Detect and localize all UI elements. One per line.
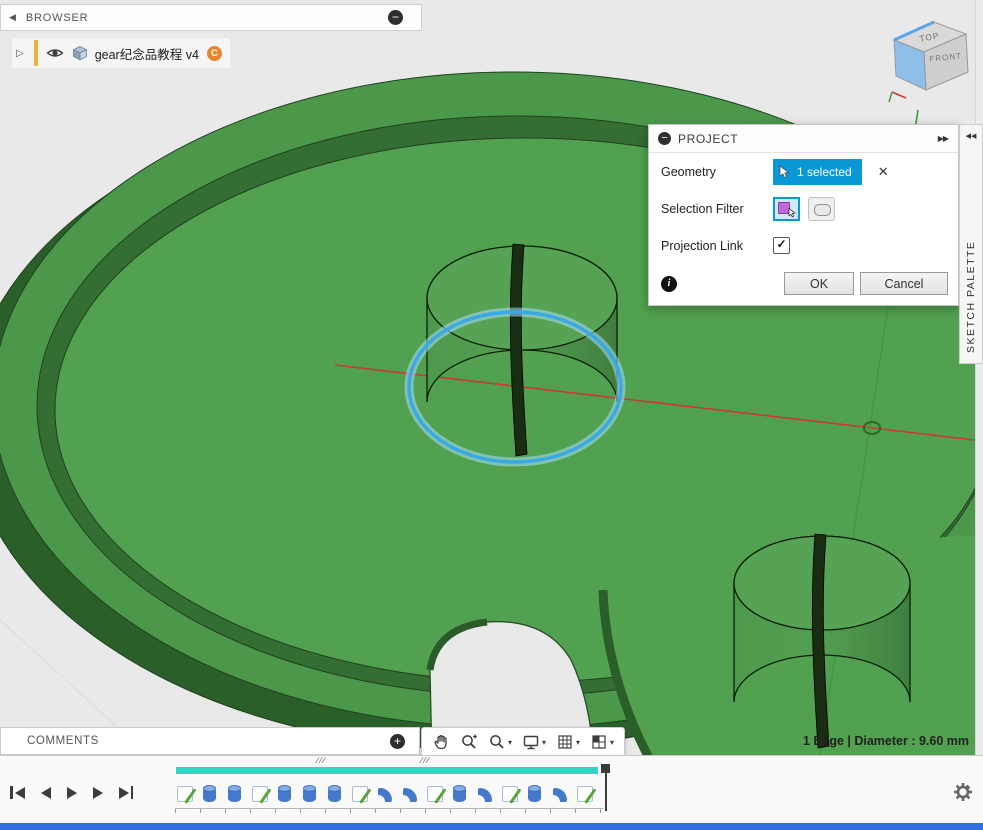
view-cube[interactable]: TOP FRONT (888, 12, 972, 104)
timeline-group-marker: /// (314, 756, 327, 765)
sketch-palette-tab: ◀◀ SKETCH PALETTE (959, 124, 983, 364)
geometry-selected-button[interactable]: 1 selected (773, 159, 862, 185)
timeline-feature-extrude[interactable] (526, 777, 545, 805)
info-icon[interactable]: i (661, 276, 677, 292)
fit-button[interactable]: ▾ (484, 731, 516, 753)
caret-down-icon: ▾ (576, 738, 580, 747)
visibility-eye-icon[interactable] (46, 47, 64, 59)
viewports-icon (590, 733, 608, 751)
grid-snap-button[interactable]: ▾ (552, 731, 584, 753)
step-forward-button[interactable] (91, 784, 105, 801)
projection-link-row: Projection Link ✓ (649, 227, 958, 264)
timeline-feature-sketch[interactable] (501, 777, 520, 805)
display-monitor-icon (522, 733, 540, 751)
zoom-button[interactable] (456, 731, 482, 753)
display-settings-button[interactable]: ▾ (518, 731, 550, 753)
cancel-button[interactable]: Cancel (860, 272, 948, 295)
timeline-feature-extrude[interactable] (201, 777, 220, 805)
selection-filter-row: Selection Filter (649, 190, 958, 227)
timeline-features (176, 775, 601, 805)
browser-collapse-icon[interactable]: ◀ (9, 12, 16, 23)
timeline-feature-sketch[interactable] (576, 777, 595, 805)
timeline-feature-fillet[interactable] (476, 777, 495, 805)
document-name[interactable]: gear纪念品教程 v4 (95, 44, 199, 63)
geometry-row: Geometry 1 selected ✕ (649, 153, 958, 190)
dialog-footer: i OK Cancel (649, 264, 958, 305)
pan-hand-icon (432, 733, 450, 751)
expand-arrow-icon[interactable]: ▷ (16, 48, 24, 59)
selection-filter-label: Selection Filter (661, 202, 773, 216)
body-filter-icon (814, 204, 831, 216)
timeline-bar: /// /// (0, 755, 983, 825)
timeline-feature-extrude[interactable] (326, 777, 345, 805)
sketch-palette-expand-icon[interactable]: ◀◀ (966, 125, 977, 144)
timeline-feature-extrude[interactable] (451, 777, 470, 805)
browser-tree-item[interactable]: ▷ gear纪念品教程 v4 C (12, 38, 230, 68)
zoom-icon (460, 733, 478, 751)
filter-bodies-button[interactable] (808, 197, 835, 221)
projection-link-label: Projection Link (661, 239, 773, 253)
timeline-group-marker: /// (418, 756, 431, 765)
gear-icon (953, 782, 973, 802)
project-dialog: − PROJECT ▶▶ Geometry 1 selected ✕ Selec… (648, 124, 959, 306)
dialog-expand-icon[interactable]: ▶▶ (938, 134, 948, 143)
sketch-palette-title[interactable]: SKETCH PALETTE (965, 150, 977, 353)
timeline-feature-extrude[interactable] (276, 777, 295, 805)
browser-title: BROWSER (26, 12, 388, 24)
clear-selection-icon[interactable]: ✕ (878, 164, 889, 180)
document-status-badge: C (207, 46, 222, 61)
timeline-settings-button[interactable] (953, 782, 973, 805)
viewcube-x-axis (892, 92, 906, 98)
caret-down-icon: ▾ (508, 738, 512, 747)
timeline-ticks (175, 808, 603, 813)
viewports-button[interactable]: ▾ (586, 731, 618, 753)
play-button[interactable] (65, 784, 79, 801)
timeline-highlight-track[interactable] (176, 767, 598, 774)
timeline-feature-sketch[interactable] (351, 777, 370, 805)
timeline-feature-fillet[interactable] (551, 777, 570, 805)
ok-button[interactable]: OK (784, 272, 854, 295)
geometry-label: Geometry (661, 165, 773, 179)
component-icon (72, 45, 88, 61)
fit-magnifier-icon (488, 733, 506, 751)
browser-panel-header: ◀ BROWSER − (0, 4, 422, 31)
viewcube-y-axis (889, 92, 892, 102)
active-document-bar (34, 40, 38, 66)
timeline-feature-fillet[interactable] (401, 777, 420, 805)
dialog-title: PROJECT (678, 132, 938, 146)
window-edge-accent (0, 823, 983, 830)
caret-down-icon: ▾ (610, 738, 614, 747)
grid-icon (556, 733, 574, 751)
timeline-feature-sketch[interactable] (251, 777, 270, 805)
cursor-arrow-icon (788, 208, 797, 218)
timeline-feature-sketch[interactable] (426, 777, 445, 805)
caret-down-icon: ▾ (542, 738, 546, 747)
timeline-playback-controls (8, 784, 135, 801)
timeline-feature-extrude[interactable] (301, 777, 320, 805)
timeline-feature-sketch[interactable] (176, 777, 195, 805)
comments-title: COMMENTS (27, 735, 390, 747)
comments-bar: COMMENTS + (0, 727, 420, 755)
selection-status-text: 1 Edge | Diameter : 9.60 mm (803, 734, 969, 748)
filter-specified-entities-button[interactable] (773, 197, 800, 221)
timeline-position-marker[interactable] (601, 764, 610, 811)
fusion-window: TOP FRONT ◀ BROWSER − ▷ gear纪念品教程 v4 C (0, 0, 983, 830)
projection-link-checkbox[interactable]: ✓ (773, 237, 790, 254)
step-back-button[interactable] (39, 784, 53, 801)
pan-button[interactable] (428, 731, 454, 753)
go-to-start-button[interactable] (8, 784, 27, 801)
dialog-collapse-icon[interactable]: − (658, 132, 671, 145)
add-comment-button[interactable]: + (390, 734, 405, 749)
canvas-nav-toolbar: ▾ ▾ ▾ (421, 727, 625, 757)
geometry-selected-count: 1 selected (797, 165, 852, 179)
timeline-feature-extrude[interactable] (226, 777, 245, 805)
timeline-feature-fillet[interactable] (376, 777, 395, 805)
go-to-end-button[interactable] (117, 784, 136, 801)
browser-minimize-button[interactable]: − (388, 10, 403, 25)
cursor-arrow-icon (779, 165, 791, 179)
project-dialog-header[interactable]: − PROJECT ▶▶ (649, 125, 958, 153)
